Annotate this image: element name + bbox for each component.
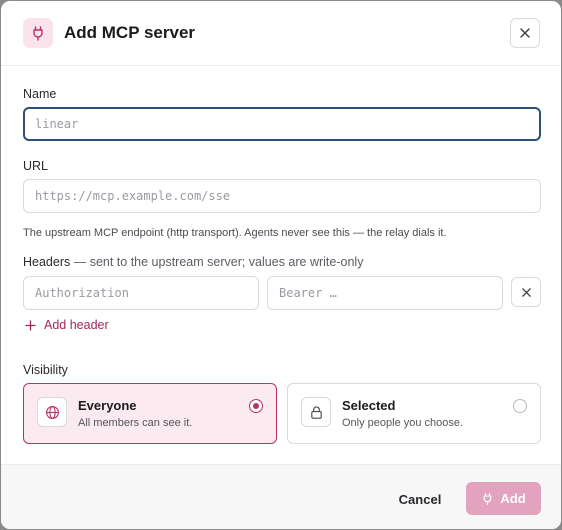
headers-label: Headers — sent to the upstream server; v… bbox=[23, 255, 363, 269]
visibility-option-everyone[interactable]: Everyone All members can see it. bbox=[23, 383, 277, 444]
add-header-label: Add header bbox=[44, 318, 109, 332]
lock-icon bbox=[301, 397, 331, 427]
url-input[interactable] bbox=[23, 179, 541, 213]
dialog-title: Add MCP server bbox=[64, 23, 196, 42]
option-title: Everyone bbox=[78, 398, 137, 413]
name-label: Name bbox=[23, 87, 57, 101]
add-button-label: Add bbox=[500, 491, 526, 506]
add-mcp-server-dialog: Add MCP server Name URL The upstream MCP… bbox=[1, 1, 561, 529]
plug-icon bbox=[484, 493, 492, 505]
url-label: URL bbox=[23, 159, 49, 173]
visibility-option-selected[interactable]: Selected Only people you choose. bbox=[287, 383, 541, 444]
close-icon bbox=[520, 28, 530, 38]
dialog-header: Add MCP server bbox=[1, 1, 561, 66]
close-icon bbox=[521, 287, 531, 297]
name-input[interactable] bbox=[23, 107, 541, 141]
cancel-button[interactable]: Cancel bbox=[384, 484, 456, 514]
header-value-input[interactable] bbox=[267, 276, 503, 310]
option-description: All members can see it. bbox=[78, 417, 193, 429]
globe-icon bbox=[37, 397, 67, 427]
plus-icon bbox=[25, 319, 36, 331]
visibility-label: Visibility bbox=[23, 363, 68, 377]
option-description: Only people you choose. bbox=[342, 417, 464, 429]
header-key-input[interactable] bbox=[23, 276, 259, 310]
headers-label-text: Headers bbox=[23, 255, 71, 269]
radio-selected[interactable] bbox=[249, 399, 263, 413]
radio-unselected[interactable] bbox=[513, 399, 527, 413]
headers-sublabel: — sent to the upstream server; values ar… bbox=[73, 255, 364, 269]
plug-icon bbox=[23, 18, 53, 48]
dialog-footer: Cancel Add bbox=[1, 464, 561, 529]
close-button[interactable] bbox=[510, 18, 540, 48]
option-title: Selected bbox=[342, 398, 396, 413]
remove-header-button[interactable] bbox=[511, 277, 541, 307]
url-help-text: The upstream MCP endpoint (http transpor… bbox=[23, 227, 447, 239]
add-header-button[interactable]: Add header bbox=[25, 318, 109, 332]
add-button[interactable]: Add bbox=[466, 482, 541, 515]
